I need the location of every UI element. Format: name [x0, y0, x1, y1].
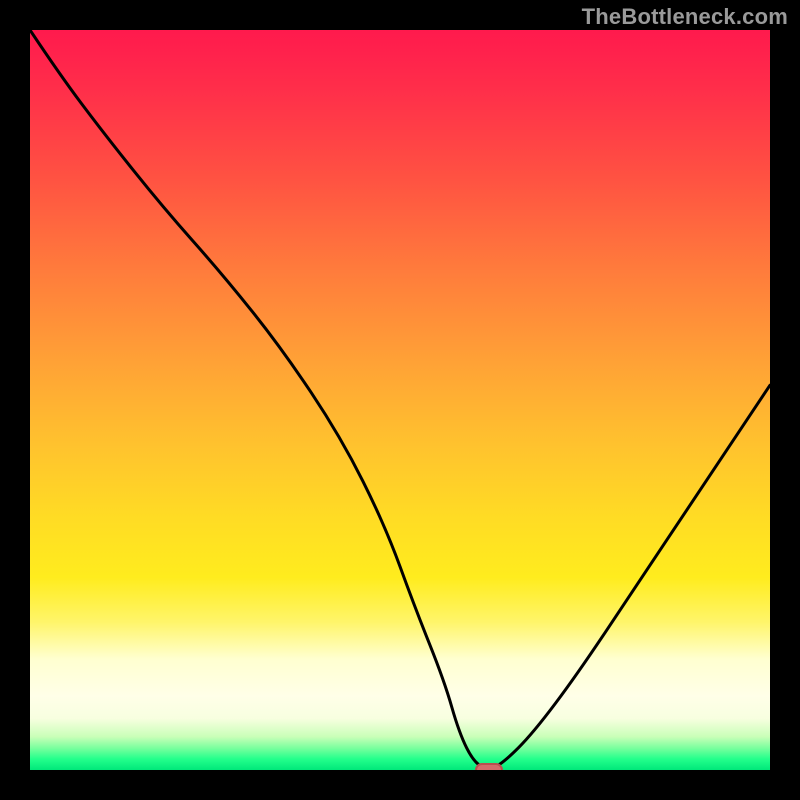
chart-frame: TheBottleneck.com — [0, 0, 800, 800]
optimum-marker — [475, 763, 503, 770]
plot-area — [30, 30, 770, 770]
watermark-text: TheBottleneck.com — [582, 4, 788, 30]
bottleneck-curve — [30, 30, 770, 770]
